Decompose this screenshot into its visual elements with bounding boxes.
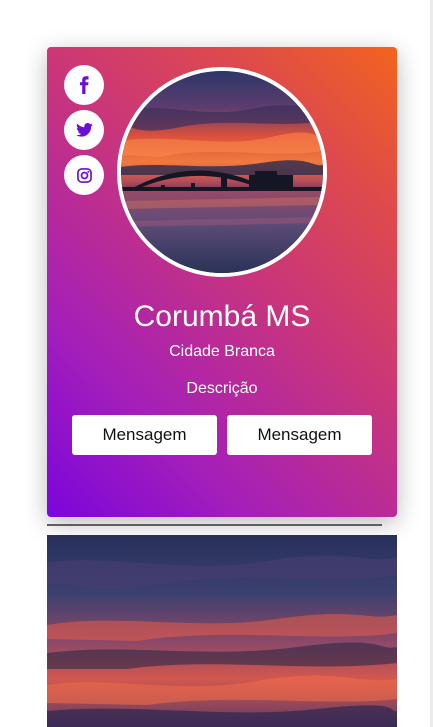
facebook-button[interactable]: [64, 65, 104, 105]
twitter-icon: [75, 123, 93, 137]
page: Corumbá MS Cidade Branca Descrição Mensa…: [0, 0, 433, 727]
profile-description: Descrição: [186, 380, 258, 397]
sunset-sky-image: [47, 535, 397, 727]
message-button-2[interactable]: Mensagem: [227, 415, 372, 455]
divider: [47, 524, 382, 526]
message-button-1[interactable]: Mensagem: [72, 415, 217, 455]
twitter-button[interactable]: [64, 110, 104, 150]
sunset-bridge-photo: [121, 71, 323, 273]
profile-name: Corumbá MS: [133, 300, 311, 333]
instagram-button[interactable]: [64, 155, 104, 195]
avatar: [117, 67, 327, 277]
profile-card: Corumbá MS Cidade Branca Descrição Mensa…: [47, 47, 397, 517]
sunset-photo: [47, 535, 397, 727]
facebook-icon: [80, 76, 89, 94]
profile-subtitle: Cidade Branca: [169, 343, 275, 360]
instagram-icon: [76, 167, 92, 183]
